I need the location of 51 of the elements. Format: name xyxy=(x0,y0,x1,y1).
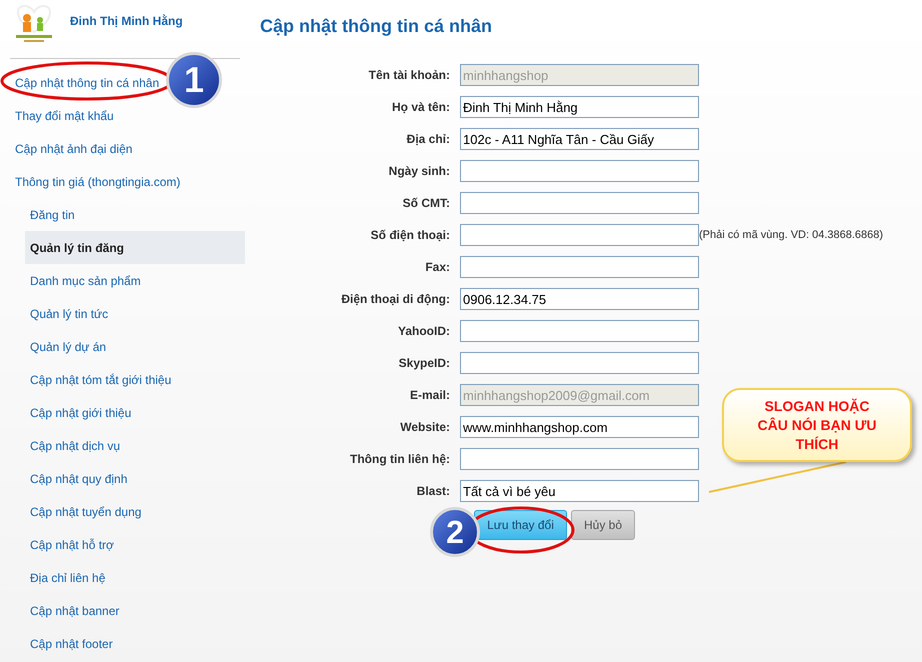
input-field[interactable] xyxy=(460,256,699,278)
field-label: SkypeID: xyxy=(398,355,451,372)
input-field[interactable] xyxy=(460,448,699,470)
sidebar-item[interactable]: Cập nhật quy định xyxy=(25,462,245,495)
sidebar-item[interactable]: Cập nhật tóm tắt giới thiệu xyxy=(25,363,245,396)
field-label: YahooID: xyxy=(396,323,451,340)
sidebar-item[interactable]: Cập nhật tuyển dụng xyxy=(25,495,245,528)
input-field[interactable]: Đinh Thị Minh Hằng xyxy=(460,96,699,118)
field-label: Số CMT: xyxy=(402,195,451,212)
sidebar-item[interactable]: Cập nhật giới thiệu xyxy=(25,396,245,429)
field-hint: (Phải có mã vùng. VD: 04.3868.6868) xyxy=(699,228,884,243)
field-label: Fax: xyxy=(424,259,451,276)
sidebar-item[interactable]: Danh mục sản phẩm xyxy=(25,264,245,297)
field-label: Website: xyxy=(399,419,451,436)
sidebar-item[interactable]: Cập nhật dịch vụ xyxy=(25,429,245,462)
input-field[interactable] xyxy=(460,192,699,214)
sidebar-item[interactable]: Quản lý tin tức xyxy=(25,297,245,330)
sidebar-item[interactable]: Quản lý tin đăng xyxy=(25,231,245,264)
callout-bubble: SLOGAN HOẶC CÂU NÓI BẠN ƯU THÍCH xyxy=(722,388,912,462)
input-field[interactable]: Tất cả vì bé yêu xyxy=(460,480,699,502)
field-label: Tên tài khoản: xyxy=(368,67,451,84)
input-field[interactable]: 0906.12.34.75 xyxy=(460,288,699,310)
sidebar-item[interactable]: Cập nhật hỗ trợ xyxy=(25,528,245,561)
cancel-button[interactable]: Hủy bỏ xyxy=(571,510,635,540)
number-badge: 1 xyxy=(166,52,222,108)
input-field[interactable] xyxy=(460,224,699,246)
page-title: Cập nhật thông tin cá nhân xyxy=(260,15,493,37)
input-field[interactable] xyxy=(460,160,699,182)
save-button[interactable]: Lưu thay đổi xyxy=(474,510,567,540)
field-label: Địa chỉ: xyxy=(406,131,451,148)
field-label: Điện thoại di động: xyxy=(340,291,451,308)
user-name: Đinh Thị Minh Hằng xyxy=(70,13,183,30)
field-label: Blast: xyxy=(416,483,451,500)
input-field[interactable] xyxy=(460,320,699,342)
field-label: Số điện thoại: xyxy=(370,227,451,244)
sidebar-item[interactable]: Thay đổi mật khẩu xyxy=(0,99,114,132)
input-field[interactable]: www.minhhangshop.com xyxy=(460,416,699,438)
sidebar-item[interactable]: Cập nhật footer xyxy=(25,627,245,660)
field-label: Họ và tên: xyxy=(390,99,451,116)
sidebar-item[interactable]: Quản lý dự án xyxy=(25,330,245,363)
sidebar-item[interactable]: Địa chỉ liên hệ xyxy=(25,561,245,594)
field-label: Thông tin liên hệ: xyxy=(349,451,451,468)
field-label: E-mail: xyxy=(408,387,451,404)
sidebar-item[interactable]: Đăng tin xyxy=(25,198,245,231)
sidebar-item[interactable]: Thông tin giá (thongtingia.com) xyxy=(0,165,180,198)
sidebar-item[interactable]: Cập nhật banner xyxy=(25,594,245,627)
field-label: Ngày sinh: xyxy=(388,163,451,180)
input-field[interactable] xyxy=(460,352,699,374)
number-badge: 2 xyxy=(430,507,480,557)
input-field[interactable]: 102c - A11 Nghĩa Tân - Cầu Giấy xyxy=(460,128,699,150)
sidebar-item[interactable]: Cập nhật ảnh đại diện xyxy=(0,132,132,165)
